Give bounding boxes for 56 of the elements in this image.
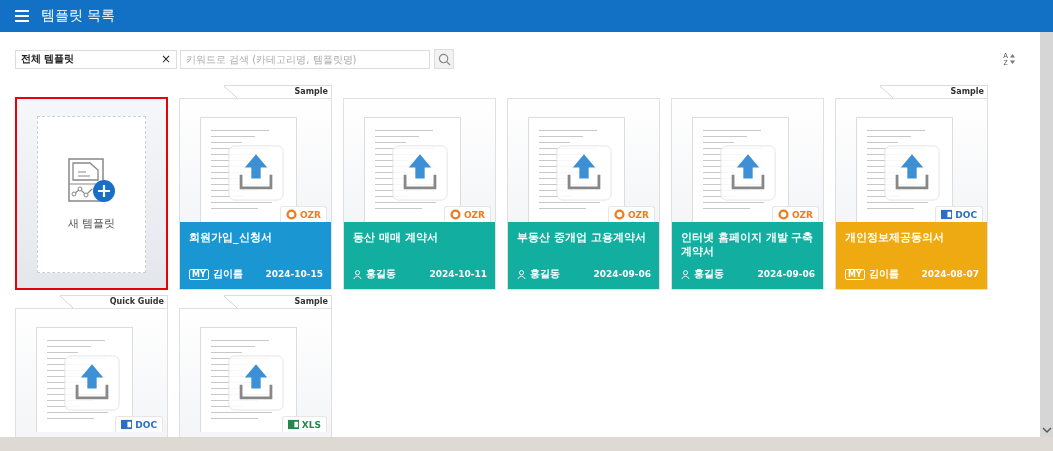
new-template-label: 새 템플릿 [67, 216, 116, 231]
upload-icon [228, 355, 284, 411]
scroll-down-icon[interactable] [1041, 427, 1052, 433]
owner-name: 김이름 [212, 267, 243, 281]
card-tag: Quick Guide [60, 295, 168, 308]
template-date: 2024-09-06 [757, 269, 815, 279]
file-format-badge: OZR [607, 206, 655, 222]
card-tag: Sample [224, 295, 332, 308]
template-date: 2024-10-11 [429, 269, 487, 279]
upload-icon [884, 145, 940, 201]
template-title: 회원가입_신청서 [189, 231, 273, 245]
sort-arrows-icon [1010, 54, 1015, 64]
template-card[interactable]: OZR 부동산 중개업 고용계약서 홍길동 2024-09-06 [507, 98, 660, 290]
template-card[interactable]: DOC 개인정보제공동의서 MY 김이름 2024-08-07 [835, 98, 988, 290]
owner-name: 홍길동 [694, 267, 724, 281]
person-icon [353, 269, 362, 279]
template-title: 부동산 중개업 고용계약서 [517, 231, 647, 245]
my-badge: MY [845, 268, 865, 280]
template-title: 개인정보제공동의서 [845, 231, 945, 245]
template-card[interactable]: OZR 인터넷 홈페이지 개발 구축 계약서 홍길동 2024-09-06 [671, 98, 824, 290]
category-filter[interactable]: 전체 템플릿 × [15, 49, 177, 69]
template-card[interactable]: DOC [15, 308, 168, 437]
clear-button[interactable]: × [160, 52, 171, 66]
search-button[interactable] [434, 49, 454, 69]
template-title: 인터넷 홈페이지 개발 구축 계약서 [681, 231, 815, 259]
upload-icon [228, 145, 284, 201]
template-card[interactable]: XLS [179, 308, 332, 437]
menu-icon[interactable] [15, 10, 29, 22]
template-date: 2024-08-07 [921, 269, 979, 279]
card-tag: Sample [880, 85, 988, 98]
new-template-card[interactable]: 새 템플릿 [15, 97, 168, 290]
my-badge: MY [189, 268, 209, 280]
template-card[interactable]: OZR 회원가입_신청서 MY 김이름 2024-10-15 [179, 98, 332, 290]
upload-icon [392, 145, 448, 201]
new-template-icon [67, 158, 116, 204]
upload-icon [64, 355, 120, 411]
template-title: 동산 매매 계약서 [353, 231, 439, 245]
file-format-badge: XLS [281, 416, 327, 432]
card-tag: Sample [224, 85, 332, 98]
template-card[interactable]: OZR 동산 매매 계약서 홍길동 2024-10-11 [343, 98, 496, 290]
upload-icon [720, 145, 776, 201]
file-format-badge: DOC [115, 416, 163, 432]
file-format-badge: OZR [771, 206, 819, 222]
file-format-badge: OZR [443, 206, 491, 222]
file-format-badge: DOC [935, 206, 983, 222]
file-format-badge: OZR [279, 206, 327, 222]
owner-name: 김이름 [868, 267, 899, 281]
page-title: 템플릿 목록 [41, 7, 116, 25]
owner-name: 홍길동 [530, 267, 560, 281]
owner-name: 홍길동 [366, 267, 396, 281]
template-date: 2024-09-06 [593, 269, 651, 279]
person-icon [517, 269, 526, 279]
person-icon [681, 269, 690, 279]
upload-icon [556, 145, 612, 201]
template-date: 2024-10-15 [265, 269, 323, 279]
search-field[interactable]: 키워드로 검색 (카테고리명, 템플릿명) [180, 49, 430, 69]
